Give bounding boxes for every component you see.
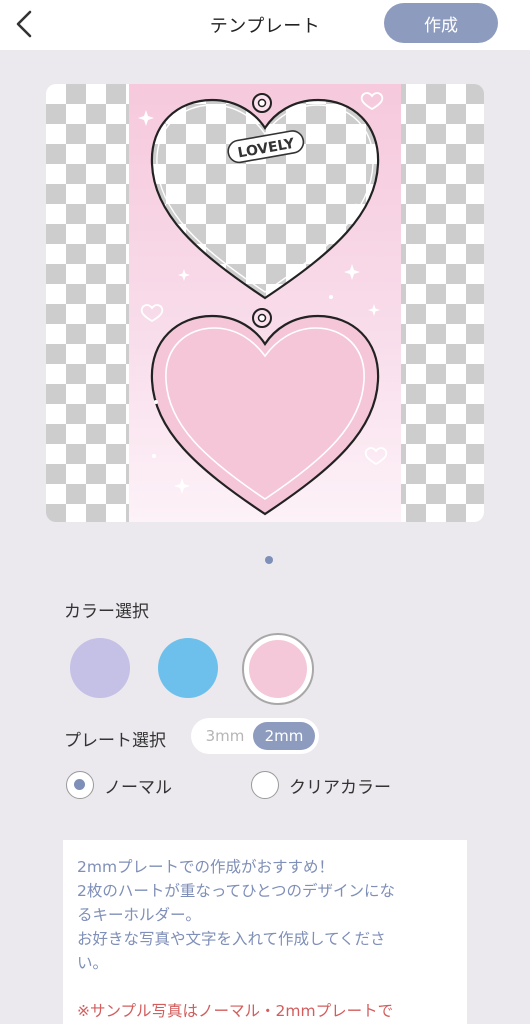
sample-note: ※サンプル写真はノーマル・2mmプレートで [77,1002,394,1020]
description-line: お好きな写真や文字を入れて作成してくださ [77,930,386,948]
description-line: るキーホルダー。 [77,906,201,924]
color-swatch-pink[interactable] [242,633,314,705]
description-line: い。 [77,954,109,972]
page-indicator-dot[interactable] [265,556,273,564]
color-swatch-sky-blue[interactable] [158,638,218,698]
finish-option-normal[interactable]: ノーマル [66,771,172,799]
radio-clear-color[interactable] [251,771,279,799]
description-line: 2mmプレートでの作成がおすすめ！ [77,858,335,876]
create-button[interactable]: 作成 [384,3,498,43]
description-box: 2mmプレートでの作成がおすすめ！ 2枚のハートが重なってひとつのデザインにな … [63,840,467,1024]
color-select-label: カラー選択 [64,602,149,622]
plate-thickness-toggle: 3mm 2mm [191,718,319,754]
heart-keychain-preview: LOVELY [129,84,401,522]
finish-option-clear-color[interactable]: クリアカラー [251,771,391,799]
color-swatch-lavender[interactable] [70,638,130,698]
template-preview: LOVELY [46,84,484,522]
description-line: 2枚のハートが重なってひとつのデザインにな [77,882,396,900]
plate-option-2mm[interactable]: 2mm [253,722,315,750]
finish-label-normal: ノーマル [104,777,172,798]
radio-normal[interactable] [66,771,94,799]
plate-option-3mm[interactable]: 3mm [197,722,253,750]
finish-label-clear-color: クリアカラー [289,777,391,798]
color-swatch-pink-fill [249,640,307,698]
plate-select-label: プレート選択 [64,731,166,751]
top-bar: テンプレート 作成 [0,0,530,50]
